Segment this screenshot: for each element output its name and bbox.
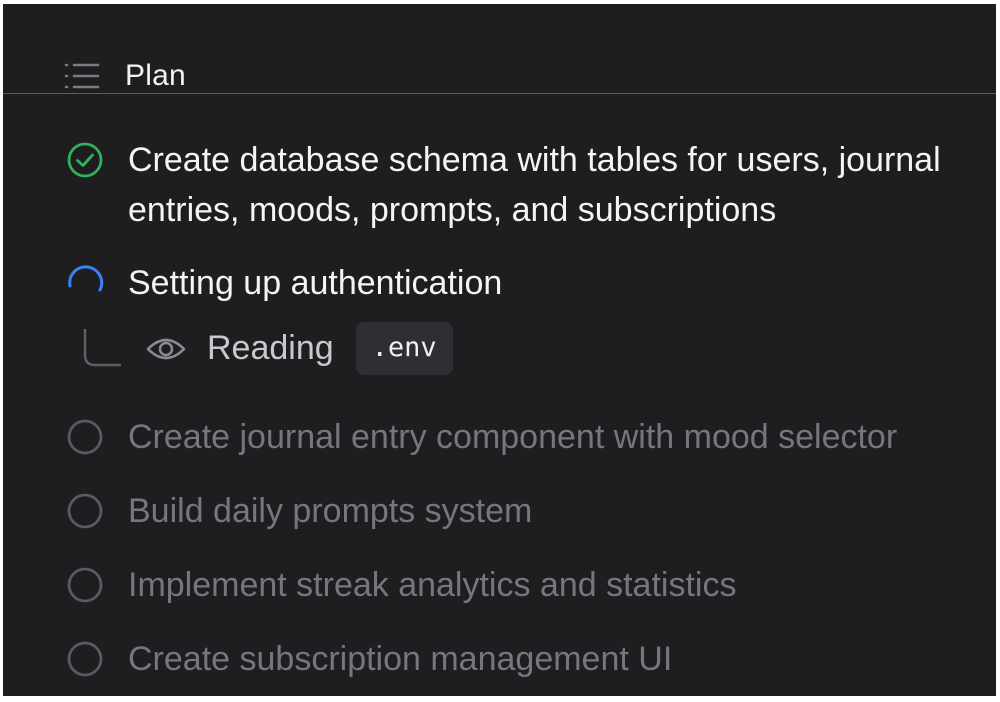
check-circle-icon: [67, 142, 103, 178]
task-item: Create subscription management UI: [66, 640, 978, 684]
task-item: Create journal entry component with mood…: [66, 418, 978, 462]
task-label: Implement streak analytics and statistic…: [128, 566, 737, 604]
plan-header: Plan: [63, 56, 186, 96]
task-label: Build daily prompts system: [128, 492, 533, 530]
task-label: Create database schema with tables for u…: [128, 141, 941, 229]
subtask-row: Reading .env: [81, 322, 453, 375]
subtask-action: Reading: [207, 329, 334, 367]
task-item: Setting up authentication: [66, 264, 978, 308]
task-label: Create subscription management UI: [128, 640, 673, 678]
task-item: Build daily prompts system: [66, 492, 978, 536]
task-label: Setting up authentication: [128, 264, 503, 302]
spinner-icon: [68, 265, 104, 292]
empty-circle-icon: [67, 493, 103, 529]
eye-icon: [146, 338, 186, 359]
plan-panel: Plan Create database schema with tables …: [3, 4, 996, 696]
file-chip[interactable]: .env: [355, 322, 453, 375]
empty-circle-icon: [67, 567, 103, 603]
list-icon: [64, 63, 100, 89]
empty-circle-icon: [67, 419, 103, 455]
task-label: Create journal entry component with mood…: [128, 418, 898, 456]
empty-circle-icon: [67, 641, 103, 677]
task-item: Implement streak analytics and statistic…: [66, 566, 978, 610]
plan-title: Plan: [125, 59, 186, 92]
task-item: Create database schema with tables for u…: [66, 141, 978, 235]
tree-connector-icon: [83, 328, 121, 366]
